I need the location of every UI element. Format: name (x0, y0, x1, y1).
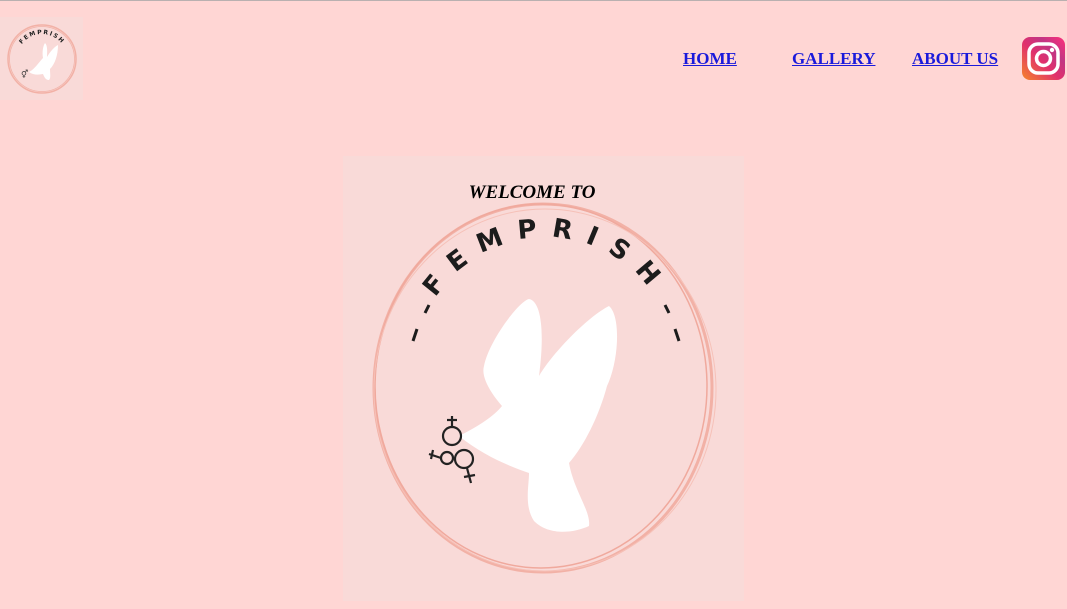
nav-about-link[interactable]: ABOUT US (912, 49, 998, 69)
nav-home-link[interactable]: HOME (683, 49, 737, 69)
instagram-icon[interactable] (1022, 37, 1065, 80)
hero-logo-text: FEMPRISH (417, 213, 661, 302)
header-logo[interactable]: FEMPRISH ⚥ (0, 17, 83, 100)
hero-panel: WELCOME TO FEMPRISH (343, 156, 744, 601)
dove-icon: FEMPRISH (372, 202, 717, 574)
page: FEMPRISH ⚥ HOME GALLERY ABOUT US WELCOME… (0, 0, 1067, 609)
svg-text:⚥: ⚥ (21, 69, 28, 79)
femprish-logo-icon: FEMPRISH ⚥ (6, 23, 77, 94)
svg-text:FEMPRISH: FEMPRISH (417, 213, 675, 302)
nav-gallery-link[interactable]: GALLERY (792, 49, 875, 69)
